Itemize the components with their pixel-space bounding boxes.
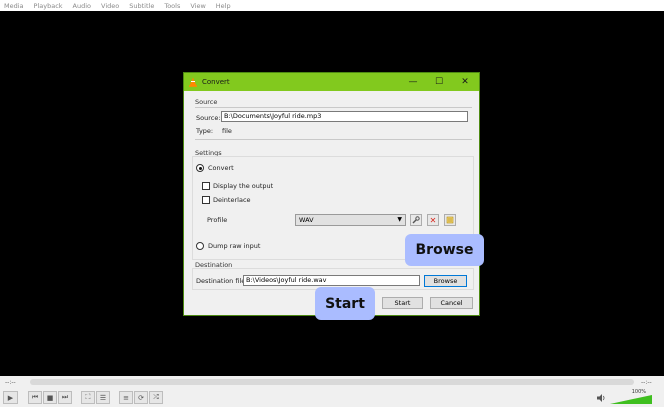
source-divider <box>195 107 472 108</box>
maximize-button[interactable]: ☐ <box>429 75 449 89</box>
vlc-cone-icon <box>188 77 198 87</box>
playback-controls: ▶ ⏮ ■ ⏭ ⛶ ☰ ≡ ⟳ ⤮ 100% <box>0 388 664 407</box>
close-button[interactable]: ✕ <box>455 75 475 89</box>
display-output-label: Display the output <box>213 182 274 190</box>
display-output-checkbox[interactable] <box>202 182 210 190</box>
profile-value: WAV <box>299 216 314 224</box>
edit-profile-wrench-icon[interactable] <box>410 214 422 226</box>
stop-icon[interactable]: ■ <box>43 391 57 404</box>
speaker-icon[interactable] <box>597 394 606 404</box>
fullscreen-icon[interactable]: ⛶ <box>81 391 95 404</box>
type-value: file <box>222 127 232 135</box>
source-section-title: Source <box>195 98 218 106</box>
shuffle-icon[interactable]: ⤮ <box>149 391 163 404</box>
deinterlace-checkbox[interactable] <box>202 196 210 204</box>
browse-callout: Browse <box>405 234 484 266</box>
destination-input[interactable]: B:\Videos\Joyful ride.wav <box>243 275 420 286</box>
elapsed-time: --:-- <box>5 379 16 386</box>
loop-icon[interactable]: ⟳ <box>134 391 148 404</box>
dump-raw-label: Dump raw input <box>208 242 261 250</box>
volume-percent: 100% <box>631 389 646 395</box>
menu-tools[interactable]: Tools <box>164 2 180 10</box>
next-icon[interactable]: ⏭ <box>58 391 72 404</box>
extended-settings-icon[interactable]: ☰ <box>96 391 110 404</box>
browse-button[interactable]: Browse <box>424 275 467 287</box>
start-callout: Start <box>315 287 375 320</box>
menu-media[interactable]: Media <box>4 2 24 10</box>
dialog-titlebar: Convert — ☐ ✕ <box>184 73 479 91</box>
dialog-title: Convert <box>202 78 230 86</box>
source-input[interactable]: B:\Documents\Joyful ride.mp3 <box>221 111 468 122</box>
minimize-button[interactable]: — <box>403 75 423 89</box>
previous-icon[interactable]: ⏮ <box>28 391 42 404</box>
menu-help[interactable]: Help <box>216 2 231 10</box>
cancel-button[interactable]: Cancel <box>430 297 473 309</box>
remaining-time: --:-- <box>641 379 652 386</box>
playlist-icon[interactable]: ≡ <box>119 391 133 404</box>
menu-bar: Media Playback Audio Video Subtitle Tool… <box>0 0 664 11</box>
type-divider <box>195 139 472 140</box>
new-profile-icon[interactable] <box>444 214 456 226</box>
profile-select[interactable]: WAV ▼ <box>295 214 406 226</box>
delete-profile-icon[interactable]: ✕ <box>427 214 439 226</box>
deinterlace-label: Deinterlace <box>213 196 251 204</box>
play-icon[interactable]: ▶ <box>3 391 18 404</box>
convert-radio[interactable] <box>196 164 204 172</box>
menu-playback[interactable]: Playback <box>34 2 63 10</box>
type-label: Type: <box>196 127 214 135</box>
menu-audio[interactable]: Audio <box>73 2 91 10</box>
dump-raw-radio[interactable] <box>196 242 204 250</box>
volume-slider[interactable]: 100% <box>610 389 652 404</box>
convert-dialog: Convert — ☐ ✕ Source Source: B:\Document… <box>183 72 480 316</box>
destination-label: Destination file: <box>196 277 248 285</box>
seek-bar-area: --:-- --:-- <box>0 376 664 388</box>
menu-view[interactable]: View <box>190 2 205 10</box>
profile-label: Profile <box>207 216 228 224</box>
convert-label: Convert <box>208 164 234 172</box>
menu-video[interactable]: Video <box>101 2 119 10</box>
source-label: Source: <box>196 114 221 122</box>
seek-slider[interactable] <box>30 379 634 385</box>
chevron-down-icon: ▼ <box>397 216 402 223</box>
menu-subtitle[interactable]: Subtitle <box>129 2 154 10</box>
start-button[interactable]: Start <box>382 297 423 309</box>
